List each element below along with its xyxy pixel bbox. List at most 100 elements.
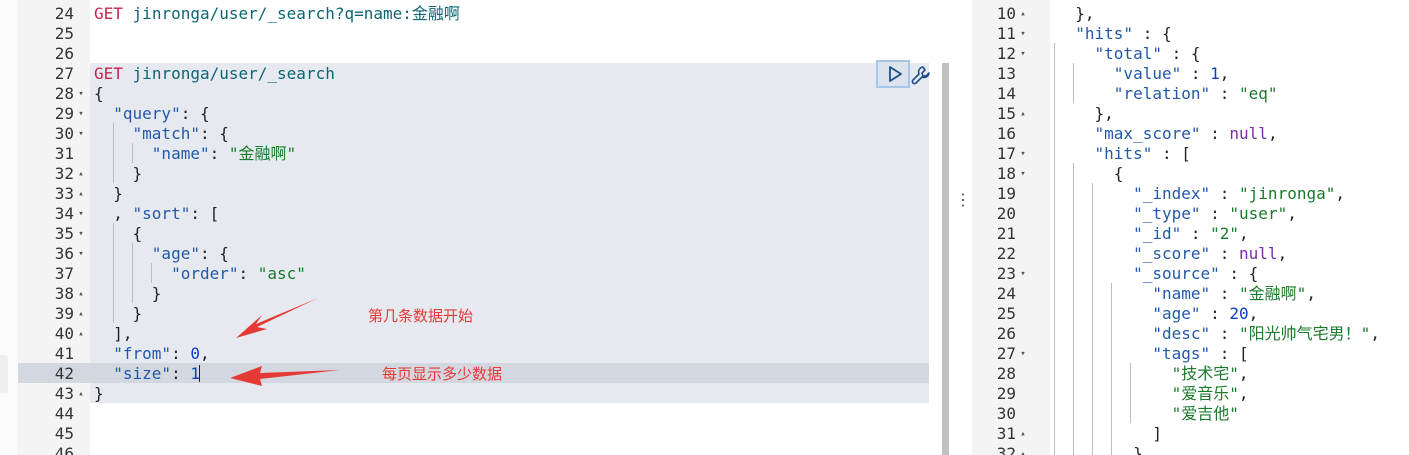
code-line[interactable]: 35 ▾ { — [0, 224, 950, 244]
code-line: 10 ▴ }, — [972, 4, 1409, 24]
line-number: 32 — [54, 164, 74, 183]
line-code[interactable]: "query": { — [94, 104, 209, 124]
fold-close-icon[interactable]: ▴ — [76, 164, 86, 184]
fold-close-icon[interactable]: ▴ — [1018, 4, 1028, 24]
code-line[interactable]: 25 — [0, 24, 950, 44]
code-line[interactable]: 34 ▾ , "sort": [ — [0, 204, 950, 224]
code-line[interactable]: 43 ▴} — [0, 384, 950, 404]
token-plain: } — [94, 384, 104, 403]
pane-divider[interactable] — [950, 0, 972, 455]
line-code: "name" : "金融啊", — [1056, 284, 1316, 304]
line-code[interactable]: } — [94, 384, 104, 404]
code-line[interactable]: 30 ▾ "match": { — [0, 124, 950, 144]
code-line[interactable]: 44 — [0, 404, 950, 424]
line-code: "age" : 20, — [1056, 304, 1258, 324]
fold-open-icon[interactable]: ▾ — [1018, 264, 1028, 284]
line-code[interactable]: GET jinronga/user/_search — [94, 64, 335, 84]
fold-close-icon[interactable]: ▴ — [76, 304, 86, 324]
fold-close-icon[interactable]: ▴ — [76, 184, 86, 204]
token-key: "age" — [1152, 304, 1201, 323]
code-line[interactable]: 45 — [0, 424, 950, 444]
token-key: "age" — [151, 244, 200, 263]
token-url: jinronga/user/_search?q=name:金融啊 — [132, 4, 460, 23]
code-line[interactable]: 31 "name": "金融啊" — [0, 144, 950, 164]
code-line[interactable]: 24 GET jinronga/user/_search?q=name:金融啊 — [0, 4, 950, 24]
fold-open-icon[interactable]: ▾ — [76, 204, 86, 224]
code-line[interactable]: 33 ▴ } — [0, 184, 950, 204]
line-code: "爱吉他" — [1056, 404, 1239, 424]
fold-open-icon[interactable]: ▾ — [1018, 344, 1028, 364]
code-line[interactable]: 41 "from": 0, — [0, 344, 950, 364]
line-code[interactable]: "age": { — [94, 244, 229, 264]
line-code[interactable]: "size": 1 — [94, 364, 200, 384]
token-plain: } — [94, 164, 143, 183]
line-code[interactable]: "from": 0, — [94, 344, 209, 364]
fold-open-icon[interactable]: ▾ — [76, 244, 86, 264]
code-line[interactable]: 46 — [0, 444, 950, 455]
fold-close-icon[interactable]: ▴ — [76, 284, 86, 304]
code-line: 32 ▴ } — [972, 444, 1409, 455]
token-key: "sort" — [132, 204, 191, 223]
line-code[interactable]: { — [94, 224, 143, 244]
fold-close-icon[interactable]: ▴ — [1018, 104, 1028, 124]
play-icon[interactable] — [885, 64, 905, 84]
code-line[interactable]: 36 ▾ "age": { — [0, 244, 950, 264]
line-number: 12 — [996, 44, 1016, 63]
fold-open-icon[interactable]: ▾ — [76, 224, 86, 244]
line-code[interactable]: { — [94, 84, 104, 104]
token-plain: , — [1287, 204, 1297, 223]
line-code[interactable]: } — [94, 164, 143, 184]
code-line[interactable]: 40 ▴ ], — [0, 324, 950, 344]
token-string: "eq" — [1239, 84, 1278, 103]
fold-open-icon[interactable]: ▾ — [76, 124, 86, 144]
fold-open-icon[interactable]: ▾ — [1018, 164, 1028, 184]
code-line[interactable]: 37 "order": "asc" — [0, 264, 950, 284]
fold-open-icon[interactable]: ▾ — [1018, 24, 1028, 44]
line-number: 25 — [996, 304, 1016, 323]
request-editor[interactable]: 24 GET jinronga/user/_search?q=name:金融啊 25… — [0, 0, 950, 455]
line-number: 28 — [54, 84, 74, 103]
resize-handle-icon[interactable]: ⋮ — [955, 190, 971, 210]
fold-close-icon[interactable]: ▴ — [76, 384, 86, 404]
code-line[interactable]: 27 GET jinronga/user/_search — [0, 64, 950, 84]
line-code[interactable]: } — [94, 184, 123, 204]
token-key: "desc" — [1152, 324, 1211, 343]
code-line[interactable]: 32 ▴ } — [0, 164, 950, 184]
line-code[interactable]: } — [94, 304, 143, 324]
code-line[interactable]: 39 ▴ } — [0, 304, 950, 324]
line-number: 11 — [996, 24, 1016, 43]
fold-close-icon[interactable]: ▴ — [1018, 424, 1028, 444]
token-url: jinronga/user/_search — [132, 64, 335, 83]
token-plain: , — [1277, 244, 1288, 263]
line-code[interactable]: ], — [94, 324, 132, 344]
line-code[interactable]: , "sort": [ — [94, 204, 219, 224]
fold-open-icon[interactable]: ▾ — [76, 84, 86, 104]
code-line[interactable]: 26 — [0, 44, 950, 64]
line-code[interactable]: "match": { — [94, 124, 229, 144]
line-number: 20 — [996, 204, 1016, 223]
token-number: 20 — [1229, 304, 1249, 323]
line-code[interactable]: "order": "asc" — [94, 264, 306, 284]
wrench-icon[interactable] — [910, 64, 932, 86]
fold-open-icon[interactable]: ▾ — [1018, 144, 1028, 164]
line-number: 10 — [996, 4, 1016, 23]
fold-open-icon[interactable]: ▾ — [1018, 44, 1028, 64]
fold-close-icon[interactable]: ▴ — [76, 324, 86, 344]
code-line[interactable]: 28 ▾ { — [0, 84, 950, 104]
code-line[interactable]: 38 ▴ } — [0, 284, 950, 304]
request-scrollbar-thumb[interactable] — [942, 63, 949, 455]
line-code[interactable]: "name": "金融啊" — [94, 144, 296, 164]
line-code: { — [1056, 164, 1124, 184]
fold-close-icon[interactable]: ▴ — [1018, 444, 1028, 455]
line-code: "max_score" : null, — [1056, 124, 1278, 144]
token-plain: , — [1306, 284, 1316, 303]
line-number: 21 — [996, 224, 1016, 243]
code-line[interactable]: 29 ▾ "query": { — [0, 104, 950, 124]
line-code[interactable]: } — [94, 284, 162, 304]
line-code[interactable]: GET jinronga/user/_search?q=name:金融啊 — [94, 4, 460, 24]
fold-open-icon[interactable]: ▾ — [76, 104, 86, 124]
